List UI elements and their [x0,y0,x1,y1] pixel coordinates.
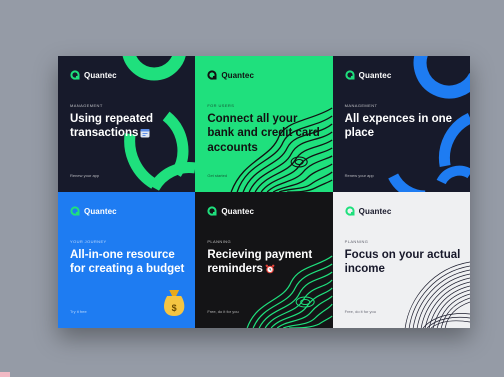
card-budget-resource: $ Quantec YOUR JOURNEY All-in-one resour… [58,192,196,328]
card-footer: Renew your app [344,173,374,178]
quantec-logo-icon [207,70,217,80]
card-category: FOR USERS [207,103,235,108]
card-footer: Free, do it for you [344,309,377,314]
brand-logo: Quantec [70,206,117,216]
card-actual-income: Quantec PLANNING Focus on your actual in… [332,192,470,328]
card-category: PLANNING [344,239,369,244]
card-headline: Connect all your bank and credit card ac… [207,113,320,154]
brand-logo: Quantec [207,70,254,80]
quantec-logo-icon [207,206,217,216]
quantec-logo-icon [345,70,355,80]
brand-name: Quantec [84,70,117,80]
card-headline: All expences in one place [344,113,453,140]
brand-logo: Quantec [207,206,254,216]
card-payment-reminders: Quantec PLANNING Recieving payment remin… [195,192,333,328]
card-category: MANAGEMENT [344,103,378,108]
card-category: MANAGEMENT [70,103,103,108]
brand-name: Quantec [358,206,392,216]
quantec-logo-icon [70,206,80,216]
brand-name: Quantec [358,70,392,80]
quantec-logo-icon [70,70,80,80]
corner-strip [0,372,10,377]
card-footer: Try it free [70,309,87,314]
card-footer: Renew your app [70,173,100,178]
brand-logo: Quantec [345,206,392,216]
svg-text:$: $ [172,303,177,313]
card-headline: Recieving payment reminders [207,249,313,276]
card-headline: Focus on your actual income [344,249,461,276]
card-headline: All-in-one resource for creating a budge… [70,249,185,276]
brand-name: Quantec [221,206,255,216]
card-all-expenses: Quantec MANAGEMENT All expences in one p… [332,56,470,192]
brand-logo: Quantec [345,70,392,80]
card-footer: Get started [207,173,228,178]
brand-name: Quantec [221,70,255,80]
card-headline: Using repeated transactions [70,113,154,140]
card-connect-accounts: Quantec FOR USERS Connect all your bank … [195,56,333,192]
quantec-logo-icon [345,206,355,216]
card-category: PLANNING [207,239,231,244]
card-repeated-transactions: Quantec MANAGEMENT Using repeated transa… [58,56,196,192]
alarm-clock-icon [265,264,275,274]
ad-board: Quantec MANAGEMENT Using repeated transa… [58,56,470,328]
calendar-icon [140,129,150,138]
brand-logo: Quantec [70,70,117,80]
brand-name: Quantec [84,206,117,216]
card-category: YOUR JOURNEY [70,239,107,244]
card-footer: Free, do it for you [207,309,239,314]
